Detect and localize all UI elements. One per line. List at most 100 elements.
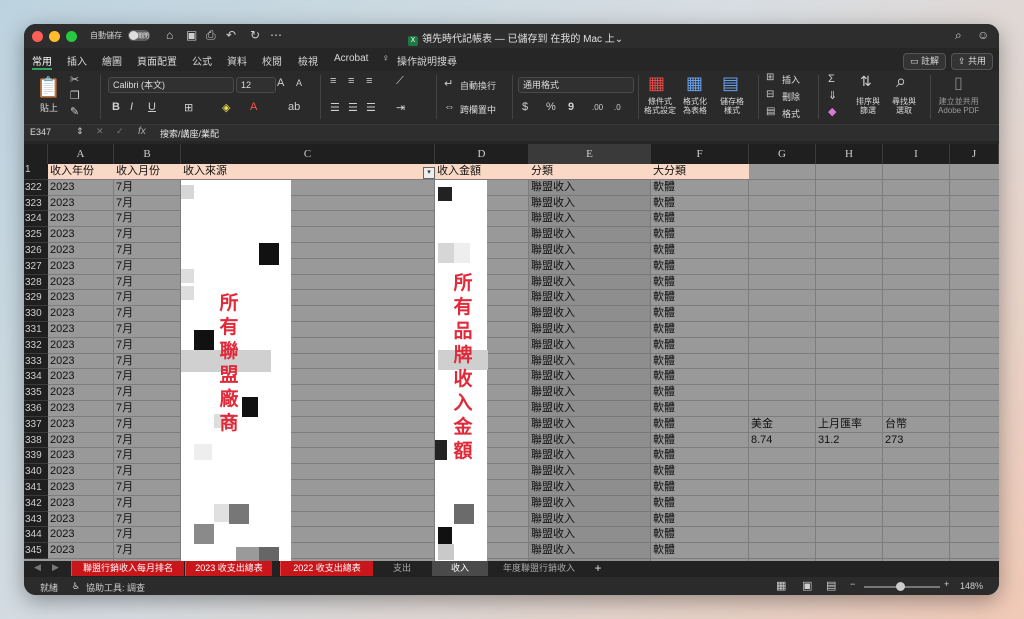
find-select-button[interactable]: 尋找與 選取 xyxy=(892,97,916,115)
cell-f[interactable]: 軟體 xyxy=(651,338,749,354)
cell-e[interactable]: 聯盟收入 xyxy=(529,306,651,322)
cell-a[interactable]: 2023 xyxy=(48,196,114,212)
cell-f[interactable]: 軟體 xyxy=(651,401,749,417)
cell-a[interactable]: 2023 xyxy=(48,227,114,243)
column-header-c[interactable]: C xyxy=(181,144,435,164)
column-header-f[interactable]: F xyxy=(651,144,749,164)
row-header[interactable]: 332 xyxy=(24,337,48,354)
cell-e[interactable]: 聯盟收入 xyxy=(529,196,651,212)
cell-a[interactable]: 2023 xyxy=(48,322,114,338)
sheet-tab-2022-summary[interactable]: 2022 收支出總表 xyxy=(280,561,373,576)
row-header[interactable]: 337 xyxy=(24,416,48,433)
cell-a[interactable]: 2023 xyxy=(48,433,114,449)
cell-e[interactable]: 聯盟收入 xyxy=(529,496,651,512)
currency-button[interactable]: $ xyxy=(522,101,528,113)
help-search[interactable]: 操作說明搜尋 xyxy=(397,53,457,68)
row-header[interactable]: 1 xyxy=(24,164,48,180)
font-color-icon[interactable]: A xyxy=(250,101,257,113)
cell-a[interactable]: 2023 xyxy=(48,354,114,370)
select-all-corner[interactable] xyxy=(24,144,48,164)
clear-icon[interactable]: ◆ xyxy=(828,105,836,118)
comments-button[interactable]: ▭ 註解 xyxy=(903,53,947,70)
column-header-i[interactable]: I xyxy=(883,144,950,164)
row-header[interactable]: 335 xyxy=(24,385,48,401)
cell-b[interactable]: 7月 xyxy=(114,385,181,401)
accessibility-icon[interactable]: ♿ xyxy=(72,581,80,592)
prev-sheet-icon[interactable]: ◀ xyxy=(34,562,41,573)
cell-e[interactable]: 聯盟收入 xyxy=(529,369,651,385)
column-header-j[interactable]: J xyxy=(950,144,999,164)
close-window-button[interactable] xyxy=(32,31,43,42)
insert-button[interactable]: 插入 xyxy=(782,73,800,86)
sort-filter-button[interactable]: 排序與 篩選 xyxy=(856,97,880,115)
font-size-select[interactable]: 12 xyxy=(236,77,276,93)
merge-icon[interactable]: ⇔ xyxy=(444,101,455,113)
row-header[interactable]: 340 xyxy=(24,464,48,480)
cell-a[interactable]: 2023 xyxy=(48,512,114,528)
phonetic-icon[interactable]: ab xyxy=(288,101,300,113)
cell-a[interactable]: 2023 xyxy=(48,369,114,385)
header-cell-e[interactable]: 分類 xyxy=(529,164,651,180)
cell-e[interactable]: 聯盟收入 xyxy=(529,211,651,227)
comma-button[interactable]: 9 xyxy=(568,101,574,113)
cell-b[interactable]: 7月 xyxy=(114,227,181,243)
cell-b[interactable]: 7月 xyxy=(114,196,181,212)
zoom-slider-thumb[interactable] xyxy=(896,582,905,591)
row-header[interactable]: 336 xyxy=(24,401,48,417)
bold-button[interactable]: B xyxy=(112,101,120,113)
add-sheet-button[interactable]: + xyxy=(588,561,608,576)
cell-b[interactable]: 7月 xyxy=(114,527,181,543)
align-bottom-icon[interactable]: ≡ xyxy=(366,75,372,87)
cell-e[interactable]: 聯盟收入 xyxy=(529,275,651,291)
align-right-icon[interactable]: ☰ xyxy=(366,101,376,114)
tab-acrobat[interactable]: Acrobat xyxy=(334,53,368,64)
cell-b[interactable]: 7月 xyxy=(114,306,181,322)
tab-home[interactable]: 常用 xyxy=(32,53,52,70)
cell-f[interactable]: 軟體 xyxy=(651,480,749,496)
cell-b[interactable]: 7月 xyxy=(114,448,181,464)
percent-button[interactable]: % xyxy=(546,101,556,113)
cell-a[interactable]: 2023 xyxy=(48,338,114,354)
row-header[interactable]: 341 xyxy=(24,480,48,496)
account-icon[interactable]: ☺ xyxy=(977,28,989,42)
cell-a[interactable]: 2023 xyxy=(48,290,114,306)
cell-e[interactable]: 聯盟收入 xyxy=(529,527,651,543)
decrease-decimal-icon[interactable]: .0 xyxy=(614,103,621,112)
cell-f[interactable]: 軟體 xyxy=(651,464,749,480)
cell-g[interactable]: 美金 xyxy=(749,417,816,433)
cell-a[interactable]: 2023 xyxy=(48,275,114,291)
cell-style-icon[interactable]: ▤ xyxy=(722,73,739,94)
header-cell-a[interactable]: 收入年份 xyxy=(48,164,114,180)
cell-f[interactable]: 軟體 xyxy=(651,433,749,449)
cell-f[interactable]: 軟體 xyxy=(651,227,749,243)
font-name-select[interactable]: Calibri (本文) xyxy=(108,77,234,93)
normal-view-icon[interactable]: ▦ xyxy=(776,579,786,592)
spreadsheet-grid[interactable]: A B C D E F G H I J 1 收入年份 收入月份 收入來源 收入金額 分類 大分類 ▾ 322 2023… xyxy=(24,144,999,561)
cell-a[interactable]: 2023 xyxy=(48,243,114,259)
increase-font-icon[interactable]: A xyxy=(277,77,284,89)
find-icon[interactable]: ⌕ xyxy=(896,71,906,92)
number-format-select[interactable]: 通用格式 xyxy=(518,77,634,93)
row-header[interactable]: 327 xyxy=(24,258,48,275)
row-header[interactable]: 339 xyxy=(24,448,48,465)
sheet-tab-expense[interactable]: 支出 xyxy=(382,561,422,576)
cell-a[interactable]: 2023 xyxy=(48,401,114,417)
cell-a[interactable]: 2023 xyxy=(48,527,114,543)
cell-b[interactable]: 7月 xyxy=(114,180,181,196)
cell-style-button[interactable]: 儲存格 樣式 xyxy=(720,97,744,115)
column-header-d[interactable]: D xyxy=(435,144,529,164)
tab-review[interactable]: 校閱 xyxy=(262,53,282,68)
cell-b[interactable]: 7月 xyxy=(114,433,181,449)
cell-b[interactable]: 7月 xyxy=(114,543,181,559)
sort-filter-icon[interactable]: ⇅ xyxy=(860,73,872,90)
cell-a[interactable]: 2023 xyxy=(48,211,114,227)
minimize-window-button[interactable] xyxy=(49,31,60,42)
row-header[interactable]: 343 xyxy=(24,511,48,528)
fill-color-icon[interactable]: ◈ xyxy=(222,101,230,114)
zoom-window-button[interactable] xyxy=(66,31,77,42)
column-header-a[interactable]: A xyxy=(48,144,114,164)
cell-e[interactable]: 聯盟收入 xyxy=(529,512,651,528)
autosum-icon[interactable]: Σ xyxy=(828,73,835,85)
format-painter-icon[interactable]: ✎ xyxy=(70,105,79,118)
cell-f[interactable]: 軟體 xyxy=(651,306,749,322)
